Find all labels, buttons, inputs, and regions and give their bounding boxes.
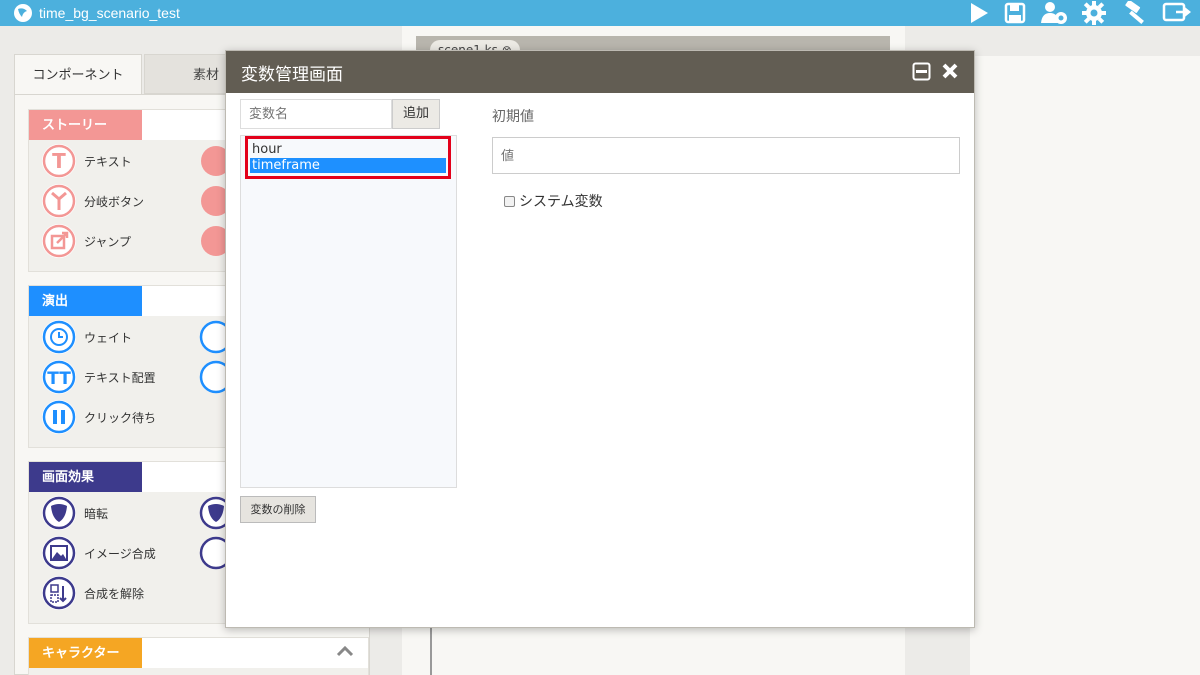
component-blackout[interactable]: 暗転 (42, 496, 108, 530)
app-logo-icon (14, 4, 32, 22)
svg-text:TT: TT (47, 369, 71, 389)
preview-area (970, 56, 1200, 675)
section-title-character[interactable]: キャラクター (29, 638, 142, 668)
toolbar (968, 0, 1192, 26)
variable-manager-dialog: 変数管理画面 追加 hour timeframe 変数の削除 初期値 システム変… (225, 50, 975, 628)
svg-text:T: T (52, 149, 66, 173)
play-icon[interactable] (968, 2, 990, 24)
text-t-icon: T (42, 144, 76, 178)
app-title: time_bg_scenario_test (39, 5, 180, 21)
tab-components[interactable]: コンポーネント (14, 54, 142, 94)
initial-value-input[interactable] (492, 137, 960, 174)
section-title-screen-effects[interactable]: 画面効果 (29, 462, 142, 492)
system-variable-label: システム変数 (519, 194, 603, 210)
component-image-compose[interactable]: イメージ合成 (42, 536, 156, 570)
uncompose-icon (42, 576, 76, 610)
system-variable-checkbox[interactable] (504, 195, 515, 207)
editor-gutter-line (430, 626, 432, 675)
close-icon[interactable] (941, 62, 959, 80)
user-settings-icon[interactable] (1040, 1, 1068, 25)
initial-value-label: 初期値 (492, 109, 534, 125)
section-title-effects[interactable]: 演出 (29, 286, 142, 316)
dialog-title: 変数管理画面 (241, 64, 343, 85)
component-uncompose[interactable]: 合成を解除 (42, 576, 144, 610)
variable-list[interactable]: hour timeframe (240, 135, 457, 488)
minimize-icon[interactable] (912, 62, 931, 81)
branch-icon (42, 184, 76, 218)
system-variable-row[interactable]: システム変数 (504, 191, 603, 211)
title-bar: time_bg_scenario_test (0, 0, 1200, 26)
image-icon (42, 536, 76, 570)
jump-icon (42, 224, 76, 258)
delete-variable-button[interactable]: 変数の削除 (240, 496, 316, 523)
shield-icon (42, 496, 76, 530)
variable-name-input[interactable] (240, 99, 392, 129)
component-click-wait[interactable]: クリック待ち (42, 400, 156, 434)
dialog-header: 変数管理画面 (226, 51, 974, 93)
text-place-icon: TT (42, 360, 76, 394)
section-title-story[interactable]: ストーリー (29, 110, 142, 140)
save-icon[interactable] (1004, 2, 1026, 24)
section-character: キャラクター (28, 637, 369, 675)
list-item-hour[interactable]: hour (250, 142, 446, 157)
clock-icon (42, 320, 76, 354)
component-jump[interactable]: ジャンプ (42, 224, 131, 258)
export-icon[interactable] (1162, 2, 1192, 24)
component-text[interactable]: T テキスト (42, 144, 132, 178)
pause-icon (42, 400, 76, 434)
hammer-icon[interactable] (1120, 1, 1148, 25)
component-wait[interactable]: ウェイト (42, 320, 132, 354)
add-variable-button[interactable]: 追加 (392, 99, 440, 129)
list-item-timeframe[interactable]: timeframe (250, 158, 446, 173)
gear-icon[interactable] (1082, 1, 1106, 25)
component-text-place[interactable]: TT テキスト配置 (42, 360, 156, 394)
component-branch-button[interactable]: 分岐ボタン (42, 184, 144, 218)
chevron-up-icon[interactable] (336, 644, 354, 658)
